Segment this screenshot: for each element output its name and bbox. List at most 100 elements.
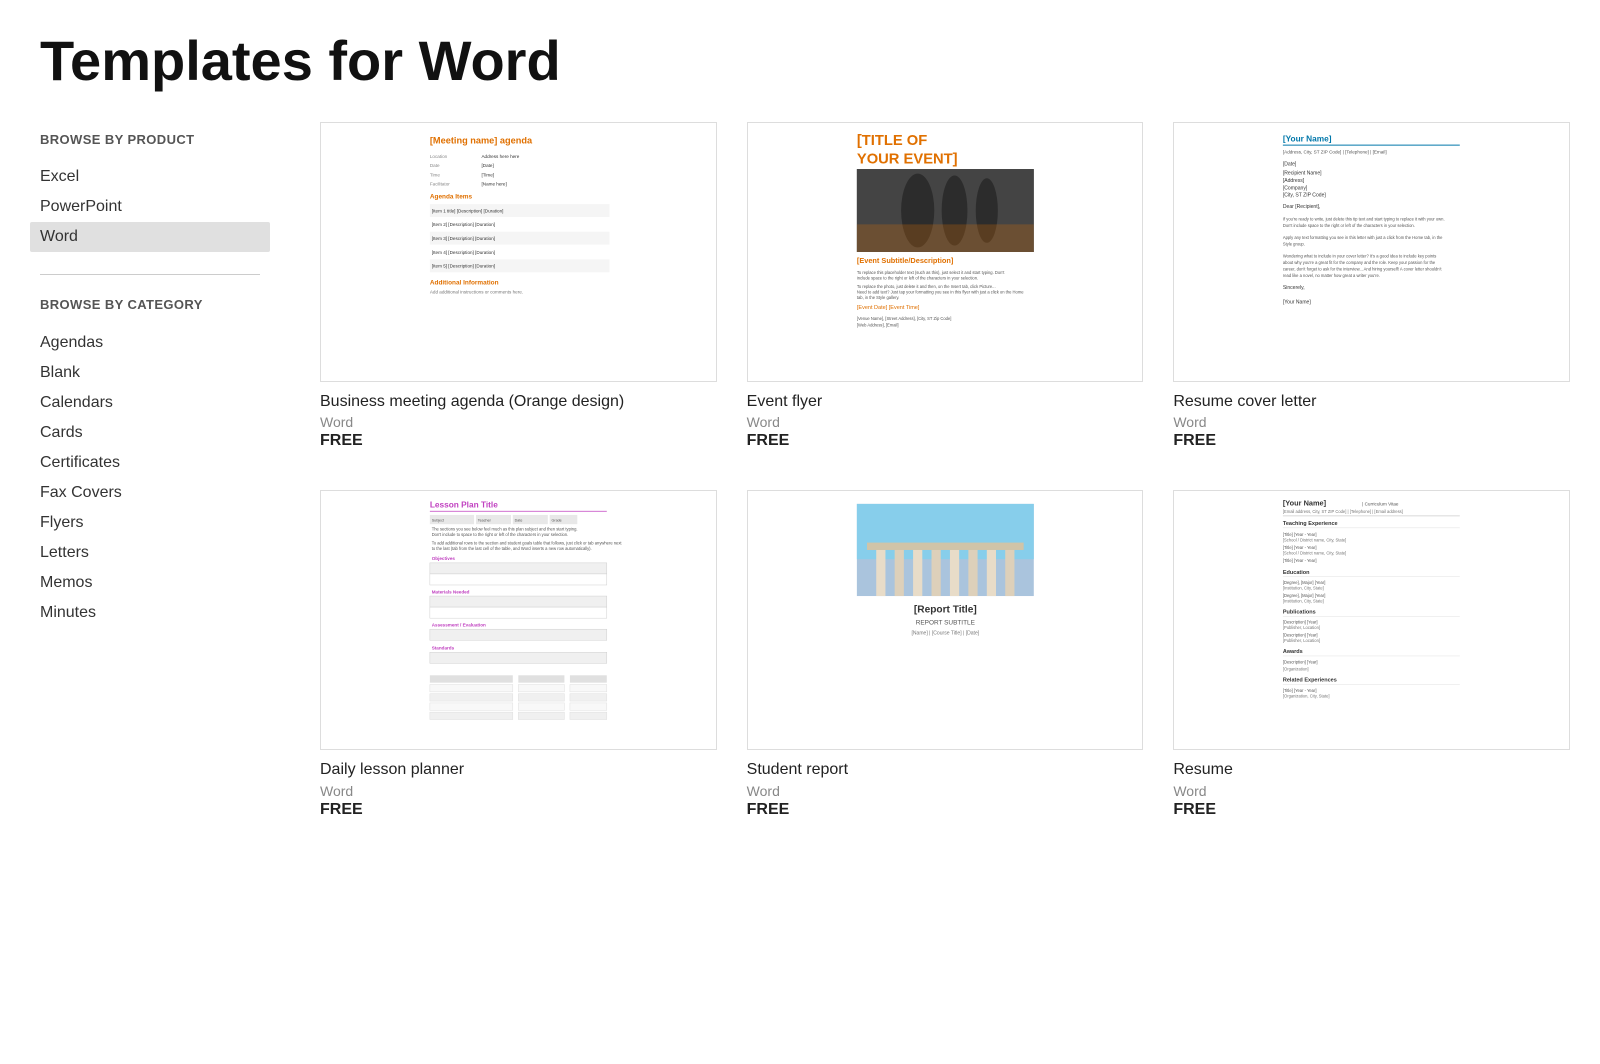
template-card-daily-lesson-planner[interactable]: Lesson Plan Title Subject Teacher Date G… <box>320 490 717 819</box>
svg-text:Awards: Awards <box>1283 650 1303 656</box>
sidebar-item-calendars[interactable]: Calendars <box>40 388 260 418</box>
svg-text:[TITLE OF: [TITLE OF <box>857 133 927 149</box>
svg-text:REPORT SUBTITLE: REPORT SUBTITLE <box>915 620 975 627</box>
svg-text:[Event Subtitle/Description]: [Event Subtitle/Description] <box>857 256 954 265</box>
template-card-student-report[interactable]: [Report Title] REPORT SUBTITLE [Name] | … <box>747 490 1144 819</box>
svg-text:[Date]: [Date] <box>481 163 493 168</box>
sidebar-item-fax-covers[interactable]: Fax Covers <box>40 478 260 508</box>
template-thumbnail-student-report: [Report Title] REPORT SUBTITLE [Name] | … <box>747 490 1144 750</box>
svg-text:[Your Name]: [Your Name] <box>1283 299 1311 305</box>
svg-text:[School / District name, City,: [School / District name, City, State] <box>1283 538 1346 543</box>
template-name: Event flyer <box>747 392 1144 413</box>
svg-text:[Title]: [Title] [Year - Year] <box>1283 533 1317 538</box>
template-info-resume-cover-letter: Resume cover letterWord FREE <box>1173 382 1570 451</box>
svg-text:career, don't forget to ask fo: career, don't forget to ask for the inte… <box>1283 266 1442 271</box>
svg-text:Subject: Subject <box>432 519 444 523</box>
svg-text:[Organization]: [Organization] <box>1283 667 1309 672</box>
svg-text:[Report Title]: [Report Title] <box>914 605 977 616</box>
svg-text:[Email address, City, ST ZIP C: [Email address, City, ST ZIP Code] | [Te… <box>1283 510 1403 515</box>
svg-text:[Publisher, Location]: [Publisher, Location] <box>1283 639 1320 644</box>
template-name: Resume <box>1173 760 1570 781</box>
template-price: FREE <box>1173 801 1570 819</box>
svg-text:Teacher: Teacher <box>478 519 492 523</box>
template-price: FREE <box>1173 432 1570 450</box>
svg-text:Date: Date <box>430 163 440 168</box>
sidebar-item-certificates[interactable]: Certificates <box>40 448 260 478</box>
svg-text:[Item 4] [: [Item 4] [Description] [Duration] <box>432 249 495 254</box>
svg-text:Agenda Items: Agenda Items <box>430 193 473 200</box>
svg-text:read like a novel, no matter h: read like a novel, no matter how great a… <box>1283 272 1380 277</box>
template-product: Word <box>747 414 1144 430</box>
svg-text:[Item 5] [: [Item 5] [Description] [Duration] <box>432 263 495 268</box>
svg-text:Time: Time <box>430 172 440 177</box>
template-price: FREE <box>320 432 717 450</box>
svg-text:[Title]: [Title] [Year - Year] <box>1283 688 1317 693</box>
sidebar-item-blank[interactable]: Blank <box>40 358 260 388</box>
template-card-event-flyer[interactable]: [TITLE OF YOUR EVENT] [Event Subtitle/De… <box>747 122 1144 451</box>
svg-text:[Degree], [Major]: [Degree], [Major] [Year] <box>1283 580 1326 585</box>
sidebar-item-excel[interactable]: Excel <box>40 162 260 192</box>
template-product: Word <box>1173 783 1570 799</box>
template-price: FREE <box>747 801 1144 819</box>
svg-text:Sincerely,: Sincerely, <box>1283 284 1305 290</box>
svg-text:[Time]: [Time] <box>481 172 494 177</box>
template-product: Word <box>1173 414 1570 430</box>
svg-text:Address here here: Address here here <box>481 154 519 159</box>
svg-text:Lesson Plan Title: Lesson Plan Title <box>430 500 498 510</box>
template-info-resume: Resume Word FREE <box>1173 750 1570 819</box>
svg-text:[School / District name, City,: [School / District name, City, State] <box>1283 551 1346 556</box>
svg-text:[Address, City, ST ZIP Code] |: [Address, City, ST ZIP Code] | [Telephon… <box>1283 149 1387 154</box>
template-info-business-meeting-agenda: Business meeting agenda (Orange design)W… <box>320 382 717 451</box>
template-card-resume-cover-letter[interactable]: [Your Name] [Address, City, ST ZIP Code]… <box>1173 122 1570 451</box>
template-name: Resume cover letter <box>1173 392 1570 413</box>
svg-text:[Meeting name] agenda: [Meeting name] agenda <box>430 135 533 145</box>
content-area: [Meeting name] agenda Location Address h… <box>300 112 1600 840</box>
svg-text:about why you're a great fit f: about why you're a great fit for the com… <box>1283 260 1436 265</box>
svg-text:[Date]: [Date] <box>1283 161 1297 167</box>
template-info-student-report: Student report Word FREE <box>747 750 1144 819</box>
svg-text:Add additional instructions or: Add additional instructions or comments … <box>430 289 523 294</box>
sidebar: BROWSE BY PRODUCT ExcelPowerPointWord BR… <box>0 112 300 840</box>
svg-text:| Curriculum Vitae: | Curriculum Vitae <box>1362 502 1399 507</box>
svg-text:[Title]: [Title] [Year - Year] <box>1283 545 1317 550</box>
svg-text:[Description]: [Description] [Year] <box>1283 620 1318 625</box>
svg-text:Teaching Experience: Teaching Experience <box>1283 521 1338 527</box>
svg-text:[Item 1 title]: [Item 1 title] [Description] [Duration] <box>432 208 504 213</box>
sidebar-item-minutes[interactable]: Minutes <box>40 598 260 628</box>
svg-text:[Your Name]: [Your Name] <box>1283 133 1332 143</box>
template-name: Student report <box>747 760 1144 781</box>
sidebar-item-memos[interactable]: Memos <box>40 568 260 598</box>
sidebar-item-letters[interactable]: Letters <box>40 538 260 568</box>
template-thumbnail-resume-cover-letter: [Your Name] [Address, City, ST ZIP Code]… <box>1173 122 1570 382</box>
svg-text:Wondering what to include in y: Wondering what to include in your cover … <box>1283 253 1436 258</box>
svg-text:Need to add text? Just tap you: Need to add text? Just tap your formatti… <box>857 289 1024 294</box>
svg-text:Location: Location <box>430 154 448 159</box>
svg-text:Date: Date <box>515 519 523 523</box>
template-name: Business meeting agenda (Orange design) <box>320 392 717 413</box>
sidebar-item-powerpoint[interactable]: PowerPoint <box>40 192 260 222</box>
svg-text:To replace this placeholder te: To replace this placeholder text (such a… <box>857 270 1005 275</box>
sidebar-item-cards[interactable]: Cards <box>40 418 260 448</box>
svg-text:[Description]: [Description] [Year] <box>1283 633 1318 638</box>
svg-text:Standards: Standards <box>432 646 455 651</box>
svg-text:to the last (tab from the last: to the last (tab from the last cell of t… <box>432 546 592 551</box>
template-info-daily-lesson-planner: Daily lesson plannerWordFREE <box>320 750 717 819</box>
svg-text:include space to the right or: include space to the right or left of th… <box>857 275 978 280</box>
sidebar-item-agendas[interactable]: Agendas <box>40 328 260 358</box>
browse-by-product-label: BROWSE BY PRODUCT <box>40 132 260 149</box>
svg-text:[Web Address], [Email]: [Web Address], [Email] <box>857 322 899 327</box>
template-card-resume[interactable]: [Your Name] | Curriculum Vitae [Email ad… <box>1173 490 1570 819</box>
sidebar-item-word[interactable]: Word <box>30 222 270 252</box>
template-price: FREE <box>747 432 1144 450</box>
svg-text:[Recipient Name]: [Recipient Name] <box>1283 170 1322 176</box>
svg-text:Grade: Grade <box>551 519 561 523</box>
svg-text:[City, ST ZIP Code]: [City, ST ZIP Code] <box>1283 192 1327 198</box>
template-price: FREE <box>320 801 717 819</box>
template-product: Word <box>747 783 1144 799</box>
sidebar-item-flyers[interactable]: Flyers <box>40 508 260 538</box>
template-thumbnail-business-meeting-agenda: [Meeting name] agenda Location Address h… <box>320 122 717 382</box>
svg-text:[Publisher, Location]: [Publisher, Location] <box>1283 626 1320 631</box>
template-card-business-meeting-agenda[interactable]: [Meeting name] agenda Location Address h… <box>320 122 717 451</box>
template-product: Word <box>320 414 717 430</box>
browse-by-category-label: BROWSE BY CATEGORY <box>40 297 260 314</box>
